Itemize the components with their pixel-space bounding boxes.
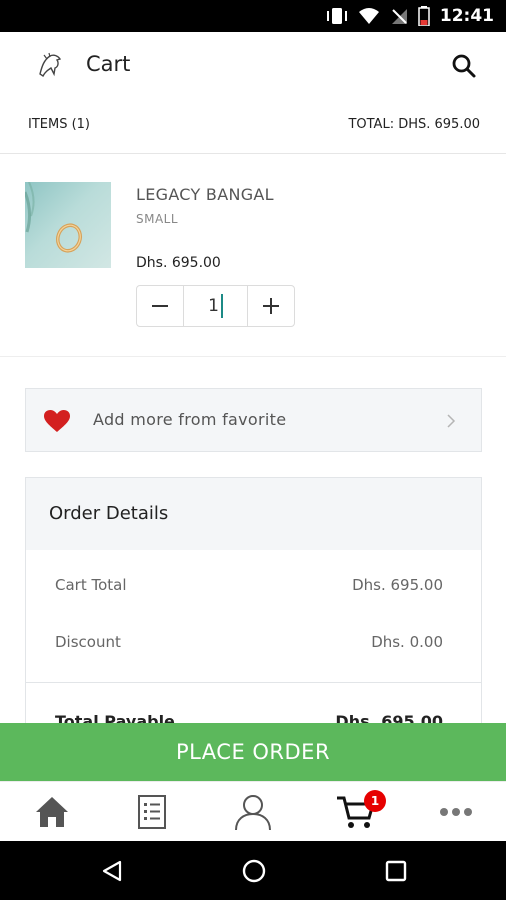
product-image[interactable] <box>25 182 111 268</box>
heart-icon <box>44 410 70 432</box>
system-nav-bar <box>0 841 506 900</box>
product-price: Dhs. 695.00 <box>136 255 221 271</box>
increment-button[interactable] <box>248 286 294 326</box>
minus-icon <box>152 305 168 307</box>
ring-image <box>25 182 83 253</box>
recents-icon <box>385 860 407 882</box>
wifi-icon <box>358 8 379 24</box>
discount-label: Discount <box>55 633 121 651</box>
decrement-button[interactable] <box>137 286 183 326</box>
bottom-nav: 1 <box>0 781 506 841</box>
product-name[interactable]: LEGACY BANGAL <box>136 185 274 204</box>
order-details-title: Order Details <box>49 503 169 524</box>
cart-total-summary: TOTAL: DHS. 695.00 <box>348 117 480 132</box>
cart-total-label: Cart Total <box>55 576 127 594</box>
add-from-favorite-row[interactable]: Add more from favorite <box>25 388 482 452</box>
order-details-header: Order Details <box>26 478 481 550</box>
quantity-field[interactable]: 1 <box>183 286 248 326</box>
nav-more[interactable] <box>436 792 476 832</box>
nav-profile[interactable] <box>233 792 273 832</box>
search-icon[interactable] <box>450 52 478 80</box>
orders-list-icon <box>138 795 166 829</box>
battery-icon <box>418 6 430 26</box>
home-icon <box>36 797 68 827</box>
order-divider <box>26 682 481 683</box>
vibrate-icon <box>326 8 347 24</box>
system-back-button[interactable] <box>96 855 128 887</box>
quantity-stepper: 1 <box>136 285 295 327</box>
chevron-right-icon <box>447 414 456 428</box>
horse-logo-icon <box>39 52 62 78</box>
product-variant: SMALL <box>136 212 179 226</box>
text-caret <box>220 294 223 318</box>
discount-row: Discount Dhs. 0.00 <box>26 629 481 659</box>
status-time: 12:41 <box>439 6 494 26</box>
back-icon <box>102 860 122 882</box>
home-circle-icon <box>242 859 266 883</box>
nav-orders[interactable] <box>132 792 172 832</box>
nav-home[interactable] <box>32 792 72 832</box>
favorite-label: Add more from favorite <box>93 410 287 429</box>
profile-icon <box>235 795 271 831</box>
system-recents-button[interactable] <box>380 855 412 887</box>
place-order-button[interactable]: PLACE ORDER <box>0 723 506 781</box>
app-bar: Cart <box>0 32 506 100</box>
cart-summary: ITEMS (1) TOTAL: DHS. 695.00 <box>0 100 506 154</box>
order-details-card: Order Details Cart Total Dhs. 695.00 Dis… <box>25 477 482 737</box>
system-home-button[interactable] <box>238 855 270 887</box>
cart-total-row: Cart Total Dhs. 695.00 <box>26 572 481 602</box>
cart-item: LEGACY BANGAL SMALL Dhs. 695.00 1 <box>0 155 506 357</box>
plus-icon <box>263 298 279 314</box>
quantity-value: 1 <box>208 296 219 316</box>
page-title: Cart <box>86 52 131 76</box>
discount-value: Dhs. 0.00 <box>371 633 443 651</box>
items-count: ITEMS (1) <box>28 117 91 132</box>
cart-badge: 1 <box>364 790 386 812</box>
no-signal-icon <box>391 9 407 24</box>
cart-total-value: Dhs. 695.00 <box>352 576 443 594</box>
status-bar: 12:41 <box>0 0 506 32</box>
more-icon <box>440 808 472 816</box>
